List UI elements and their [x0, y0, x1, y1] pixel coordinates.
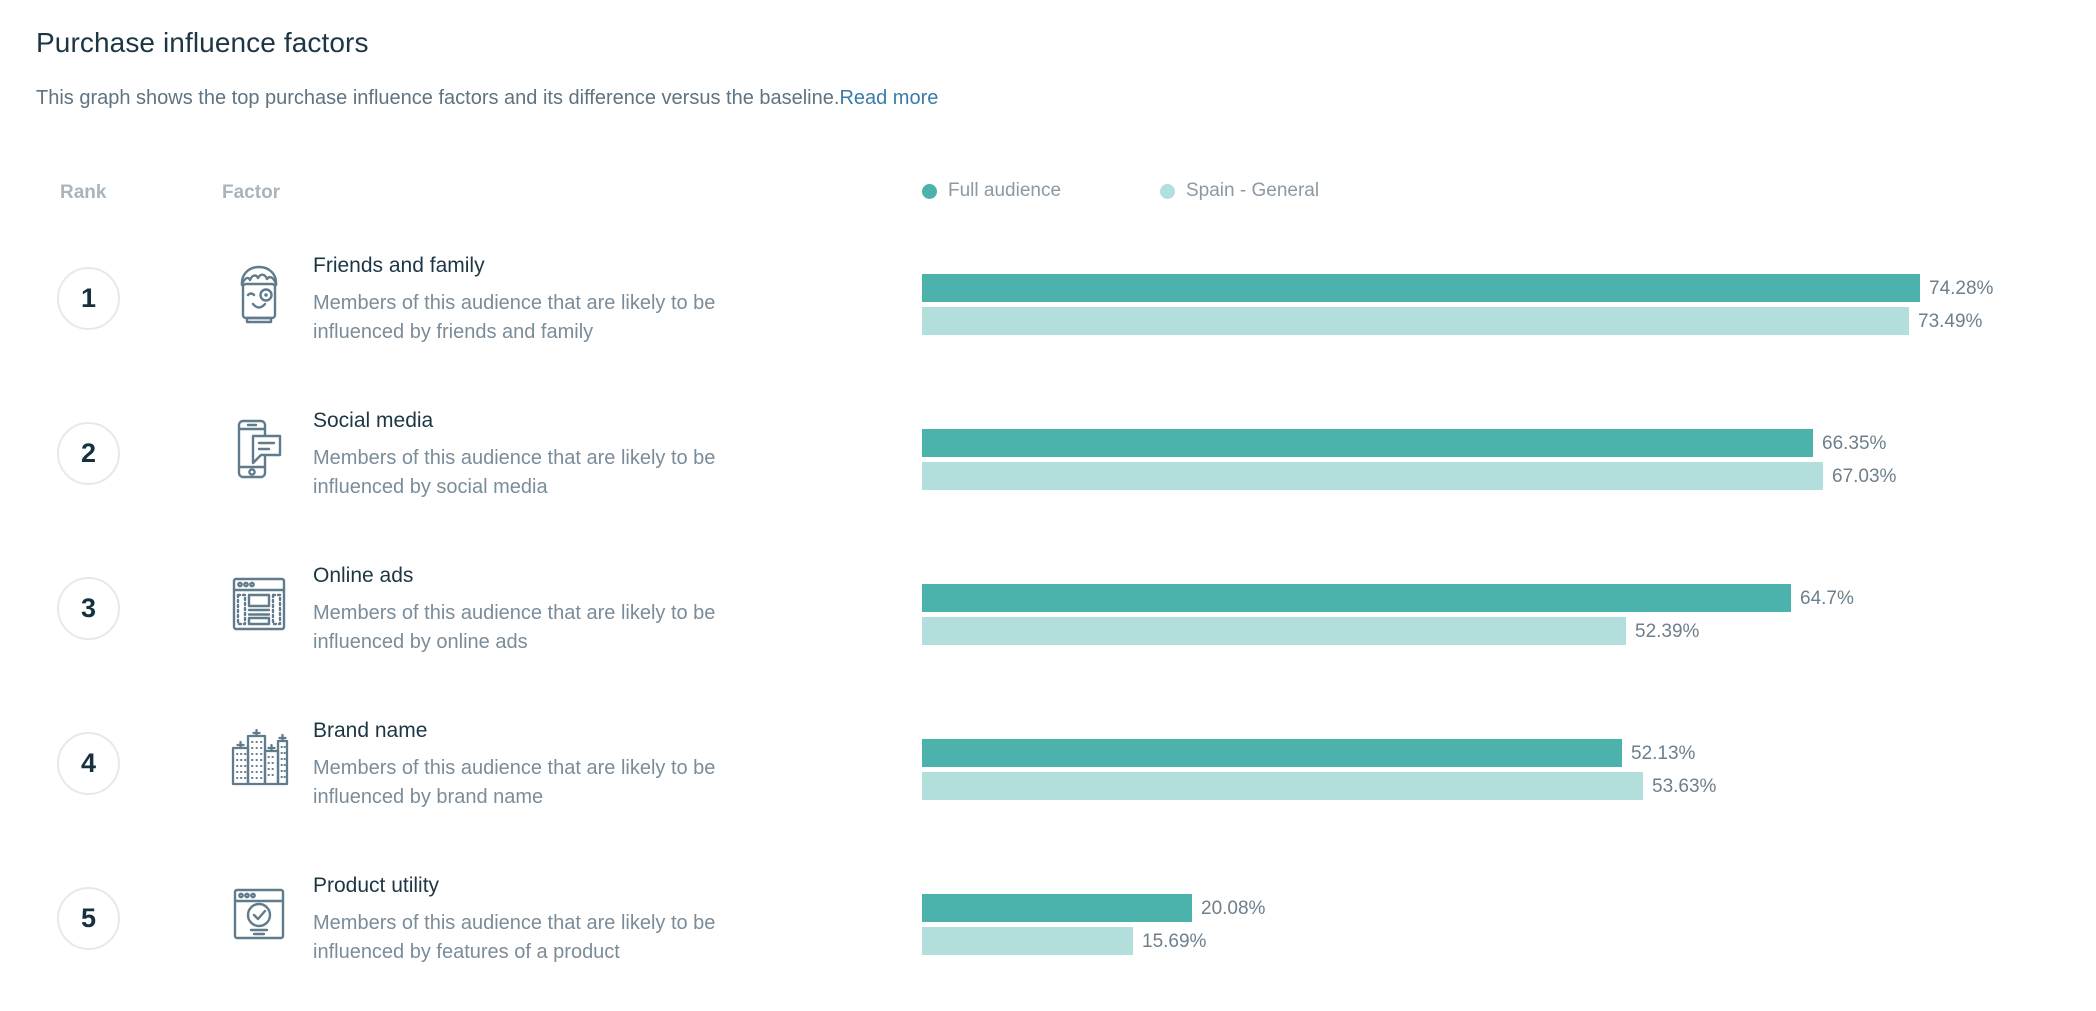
browser-check-icon: [222, 877, 296, 951]
bar-value-spain-general: 52.39%: [1635, 620, 1700, 642]
factor-list: 1 Friends and family Members of this aud…: [0, 236, 2096, 1011]
table-row: 4 Brand name Members of this audience th…: [0, 701, 2096, 856]
factor-bars: 74.28% 73.49%: [922, 236, 2082, 391]
factor-name: Brand name: [313, 719, 428, 742]
bar-spain-general[interactable]: [922, 462, 1823, 490]
table-row: 1 Friends and family Members of this aud…: [0, 236, 2096, 391]
card-description: This graph shows the top purchase influe…: [36, 88, 938, 108]
rank-badge: 5: [57, 887, 120, 950]
legend-dot-full-audience: [922, 183, 937, 199]
table-row: 2 Social media Members of this audience …: [0, 391, 2096, 546]
read-more-link[interactable]: Read more: [839, 87, 938, 109]
chart-legend: Full audience Spain - General: [922, 180, 1319, 202]
factor-info: Product utility Members of this audience…: [313, 874, 833, 967]
rank-number: 3: [80, 593, 97, 623]
factor-info: Brand name Members of this audience that…: [313, 719, 833, 812]
bar-value-full-audience: 52.13%: [1631, 742, 1696, 764]
bar-group-spain-general: 15.69%: [922, 927, 1206, 955]
city-buildings-icon: [222, 722, 296, 796]
factor-name: Online ads: [313, 564, 414, 587]
bar-value-full-audience: 20.08%: [1201, 897, 1266, 919]
bar-group-full-audience: 66.35%: [922, 429, 1886, 457]
rank-badge: 2: [57, 422, 120, 485]
bar-value-full-audience: 66.35%: [1822, 432, 1887, 454]
rank-badge: 3: [57, 577, 120, 640]
bar-value-spain-general: 67.03%: [1832, 465, 1897, 487]
bar-full-audience[interactable]: [922, 274, 1920, 302]
rank-number: 2: [80, 438, 97, 468]
rank-badge: 1: [57, 267, 120, 330]
bar-group-spain-general: 67.03%: [922, 462, 1896, 490]
bar-spain-general[interactable]: [922, 772, 1643, 800]
column-header-rank: Rank: [60, 182, 107, 203]
column-header-factor: Factor: [222, 182, 281, 203]
card-description-text: This graph shows the top purchase influe…: [36, 87, 840, 109]
factor-description: Members of this audience that are likely…: [313, 292, 716, 344]
factor-bars: 64.7% 52.39%: [922, 546, 2082, 701]
bar-spain-general[interactable]: [922, 927, 1133, 955]
purchase-influence-factors-card: Purchase influence factors This graph sh…: [0, 0, 2096, 986]
rank-number: 4: [80, 748, 97, 778]
bar-value-full-audience: 64.7%: [1800, 587, 1854, 609]
legend-item-full-audience[interactable]: Full audience: [922, 180, 1160, 202]
bar-full-audience[interactable]: [922, 429, 1813, 457]
factor-name: Friends and family: [313, 254, 485, 277]
bar-full-audience[interactable]: [922, 584, 1791, 612]
legend-label-spain-general: Spain - General: [1186, 180, 1320, 201]
bar-value-spain-general: 73.49%: [1918, 310, 1983, 332]
factor-info: Friends and family Members of this audie…: [313, 254, 833, 347]
bar-full-audience[interactable]: [922, 739, 1622, 767]
factor-name: Product utility: [313, 874, 440, 897]
legend-item-spain-general[interactable]: Spain - General: [1160, 180, 1319, 202]
bar-group-spain-general: 73.49%: [922, 307, 1982, 335]
bar-spain-general[interactable]: [922, 617, 1626, 645]
factor-description: Members of this audience that are likely…: [313, 602, 716, 654]
browser-ads-icon: [222, 567, 296, 641]
factor-name: Social media: [313, 409, 434, 432]
factor-info: Online ads Members of this audience that…: [313, 564, 833, 657]
bar-value-spain-general: 15.69%: [1142, 930, 1207, 952]
factor-bars: 20.08% 15.69%: [922, 856, 2082, 1011]
bar-value-spain-general: 53.63%: [1652, 775, 1717, 797]
bar-value-full-audience: 74.28%: [1929, 277, 1994, 299]
rank-number: 1: [80, 283, 97, 313]
person-wink-icon: [222, 257, 296, 331]
rank-number: 5: [80, 903, 97, 933]
factor-description: Members of this audience that are likely…: [313, 912, 716, 964]
bar-spain-general[interactable]: [922, 307, 1909, 335]
bar-group-full-audience: 74.28%: [922, 274, 1993, 302]
table-row: 3 Online ads Members of this audience th…: [0, 546, 2096, 701]
rank-badge: 4: [57, 732, 120, 795]
bar-group-spain-general: 53.63%: [922, 772, 1716, 800]
bar-group-full-audience: 52.13%: [922, 739, 1695, 767]
legend-label-full-audience: Full audience: [948, 180, 1062, 201]
table-row: 5 Product utility Members of this audien…: [0, 856, 2096, 1011]
legend-dot-spain-general: [1160, 183, 1175, 199]
mobile-chat-icon: [222, 412, 296, 486]
factor-description: Members of this audience that are likely…: [313, 447, 716, 499]
bar-group-full-audience: 20.08%: [922, 894, 1265, 922]
page-title: Purchase influence factors: [36, 27, 369, 58]
bar-group-spain-general: 52.39%: [922, 617, 1699, 645]
bar-group-full-audience: 64.7%: [922, 584, 1854, 612]
bar-full-audience[interactable]: [922, 894, 1192, 922]
factor-description: Members of this audience that are likely…: [313, 757, 716, 809]
factor-bars: 66.35% 67.03%: [922, 391, 2082, 546]
factor-bars: 52.13% 53.63%: [922, 701, 2082, 856]
factor-info: Social media Members of this audience th…: [313, 409, 833, 502]
